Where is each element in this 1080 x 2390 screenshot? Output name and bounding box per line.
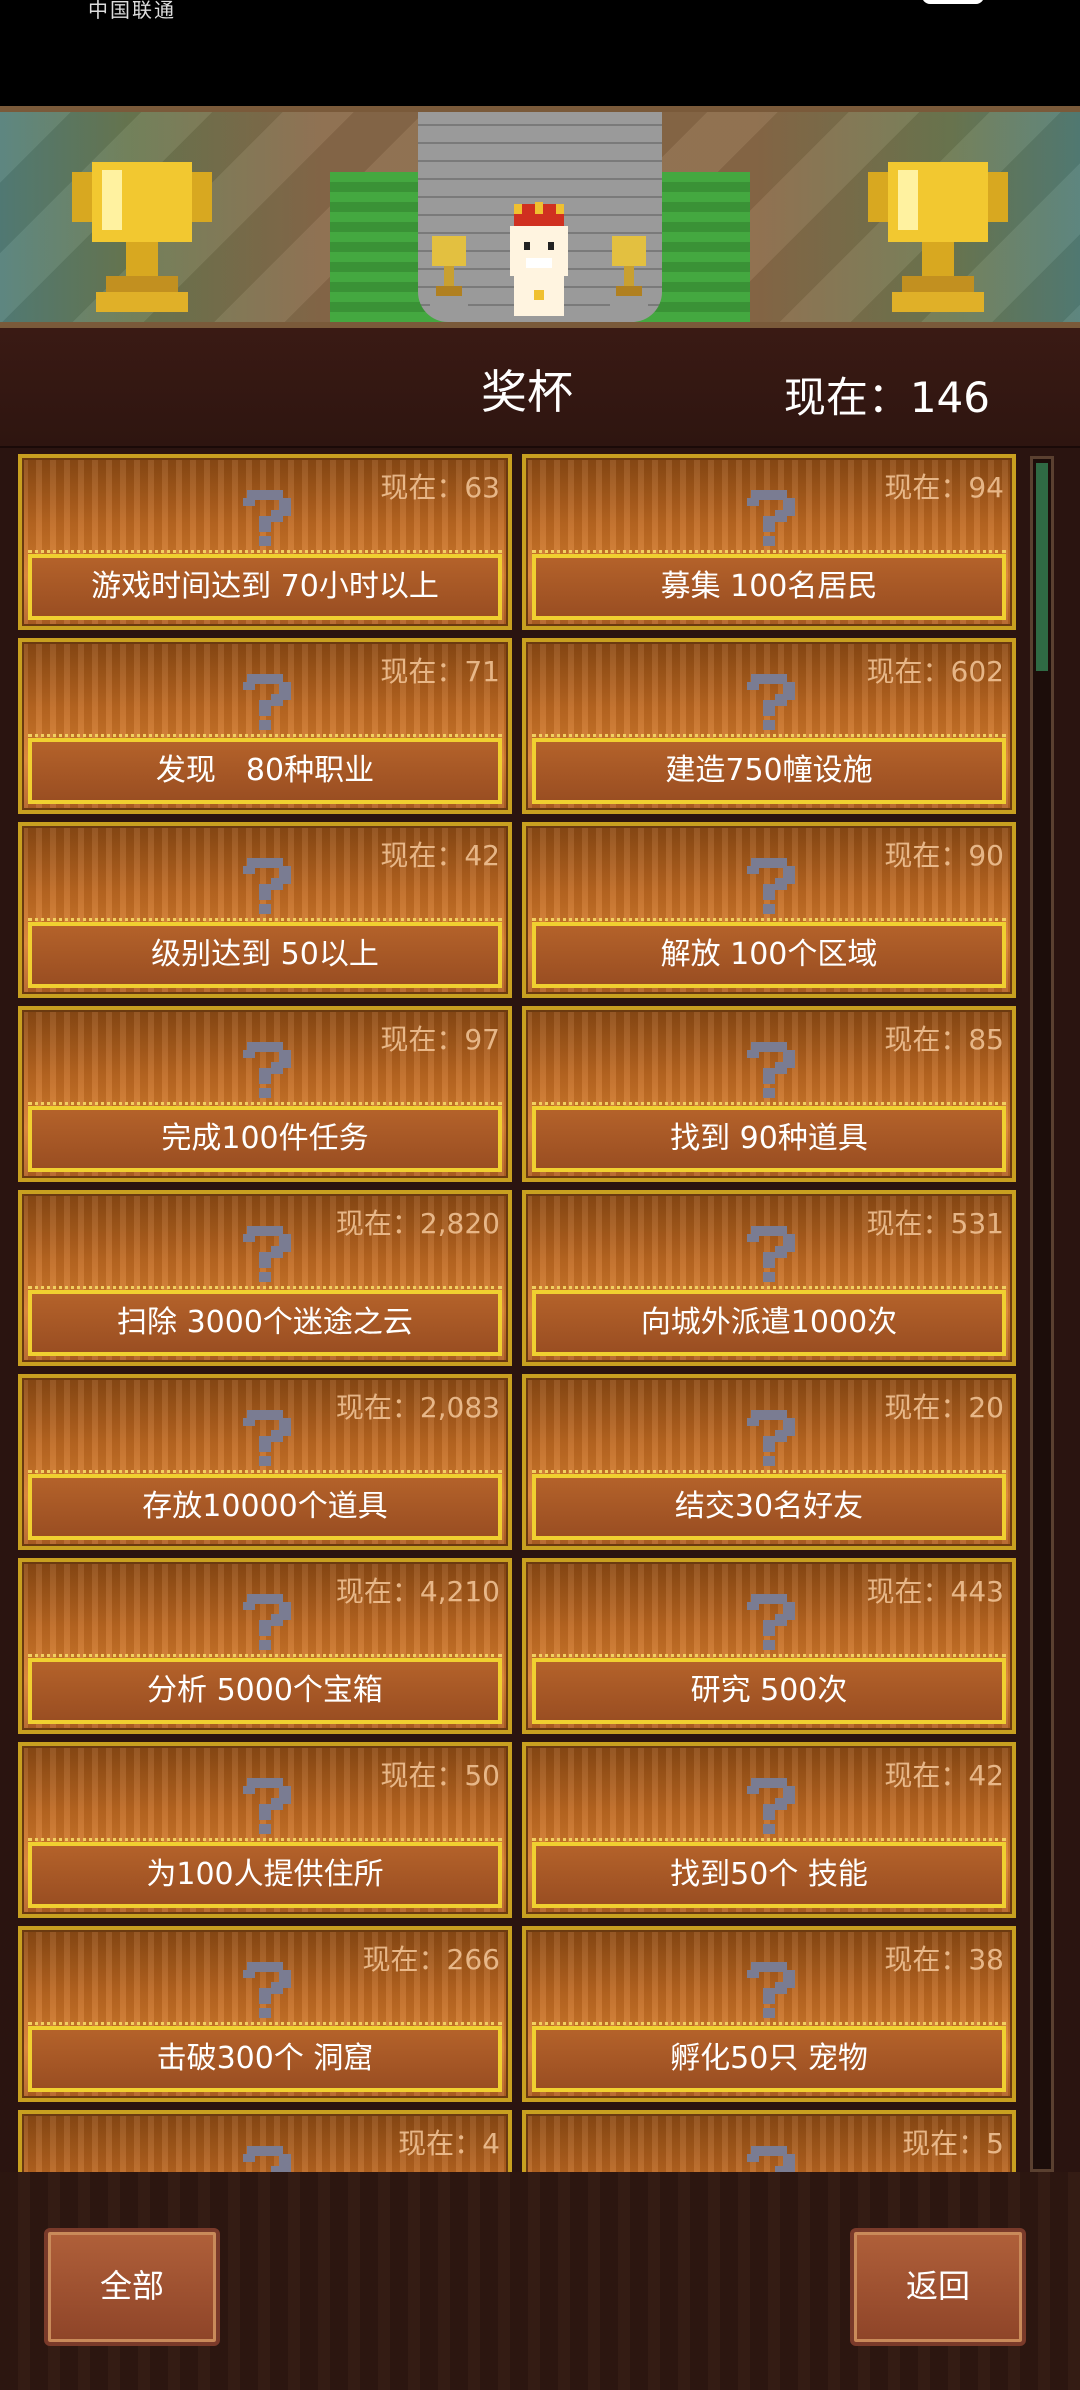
trophy-card[interactable]: 现在：71 发现 80种职业: [18, 638, 512, 814]
trophy-list[interactable]: 现在：63 游戏时间达到 70小时以上 现在：94 募集 100名居民 现在：7…: [14, 452, 1020, 2172]
trophy-card[interactable]: 现在：42 找到50个 技能: [522, 1742, 1016, 1918]
trophy-progress: 现在：42: [884, 1759, 1004, 1792]
scrollbar[interactable]: [1030, 456, 1054, 2172]
trophy-card[interactable]: 现在：50 为100人提供住所: [18, 1742, 512, 1918]
question-mark-icon: [747, 490, 795, 546]
trophy-progress: 现在：2,820: [335, 1207, 500, 1240]
trophy-card[interactable]: 现在：38 孵化50只 宠物: [522, 1926, 1016, 2102]
trophy-label: 完成100件任务: [28, 1106, 502, 1172]
question-mark-icon: [243, 1962, 291, 2018]
question-mark-icon: [747, 2146, 795, 2172]
trophy-card[interactable]: 现在：63 游戏时间达到 70小时以上: [18, 454, 512, 630]
all-button[interactable]: 全部: [44, 2228, 220, 2346]
status-pill: [922, 0, 984, 4]
trophy-label: 游戏时间达到 70小时以上: [28, 554, 502, 620]
trophy-card[interactable]: 现在：42 级别达到 50以上: [18, 822, 512, 998]
trophy-card[interactable]: 现在：97 完成100件任务: [18, 1006, 512, 1182]
trophy-label: 发现 80种职业: [28, 738, 502, 804]
trophy-progress: 现在：94: [884, 471, 1004, 504]
trophy-card[interactable]: 现在：5: [522, 2110, 1016, 2172]
trophy-card[interactable]: 现在：90 解放 100个区域: [522, 822, 1016, 998]
back-button[interactable]: 返回: [850, 2228, 1026, 2346]
trophy-progress: 现在：63: [380, 471, 500, 504]
trophy-label: 研究 500次: [532, 1658, 1006, 1724]
trophy-banner: [0, 106, 1080, 328]
trophy-label: 结交30名好友: [532, 1474, 1006, 1540]
trophy-progress: 现在：602: [866, 655, 1004, 688]
trophy-progress: 现在：42: [380, 839, 500, 872]
trophy-label: 扫除 3000个迷途之云: [28, 1290, 502, 1356]
trophy-card[interactable]: 现在：2,820 扫除 3000个迷途之云: [18, 1190, 512, 1366]
trophy-card[interactable]: 现在：602 建造750幢设施: [522, 638, 1016, 814]
trophy-label: 存放10000个道具: [28, 1474, 502, 1540]
question-mark-icon: [747, 858, 795, 914]
trophy-card[interactable]: 现在：85 找到 90种道具: [522, 1006, 1016, 1182]
trophy-card[interactable]: 现在：443 研究 500次: [522, 1558, 1016, 1734]
trophy-progress: 现在：4: [398, 2127, 500, 2160]
question-mark-icon: [243, 1226, 291, 1282]
trophy-card[interactable]: 现在：94 募集 100名居民: [522, 454, 1016, 630]
trophy-label: 分析 5000个宝箱: [28, 1658, 502, 1724]
question-mark-icon: [747, 1778, 795, 1834]
trophy-card[interactable]: 现在：266 击破300个 洞窟: [18, 1926, 512, 2102]
trophy-progress: 现在：97: [380, 1023, 500, 1056]
trophy-card[interactable]: 现在：4: [18, 2110, 512, 2172]
trophy-label: 击破300个 洞窟: [28, 2026, 502, 2092]
trophy-progress: 现在：2,083: [335, 1391, 500, 1424]
trophy-total-count: 现在：146: [783, 373, 990, 422]
trophy-progress: 现在：266: [362, 1943, 500, 1976]
small-trophy-icon: [610, 236, 648, 310]
trophy-icon: [72, 162, 212, 312]
trophy-progress: 现在：443: [866, 1575, 1004, 1608]
carrier-label: 中国联通: [88, 0, 176, 22]
status-bar: 中国联通: [0, 0, 1080, 106]
trophy-card[interactable]: 现在：2,083 存放10000个道具: [18, 1374, 512, 1550]
question-mark-icon: [243, 858, 291, 914]
trophy-label: 级别达到 50以上: [28, 922, 502, 988]
question-mark-icon: [747, 1042, 795, 1098]
scrollbar-thumb[interactable]: [1036, 463, 1048, 671]
trophy-progress: 现在：4,210: [335, 1575, 500, 1608]
question-mark-icon: [747, 1410, 795, 1466]
trophy-card[interactable]: 现在：20 结交30名好友: [522, 1374, 1016, 1550]
question-mark-icon: [243, 490, 291, 546]
footer-bar: 全部 返回: [0, 2172, 1080, 2390]
question-mark-icon: [243, 1778, 291, 1834]
trophy-label: 募集 100名居民: [532, 554, 1006, 620]
trophy-card[interactable]: 现在：531 向城外派遣1000次: [522, 1190, 1016, 1366]
question-mark-icon: [243, 1042, 291, 1098]
trophy-label: 找到50个 技能: [532, 1842, 1006, 1908]
question-mark-icon: [243, 2146, 291, 2172]
trophy-progress: 现在：50: [380, 1759, 500, 1792]
trophy-label: 孵化50只 宠物: [532, 2026, 1006, 2092]
trophy-label: 向城外派遣1000次: [532, 1290, 1006, 1356]
trophy-progress: 现在：38: [884, 1943, 1004, 1976]
question-mark-icon: [747, 1594, 795, 1650]
trophy-icon: [868, 162, 1008, 312]
king-character: [510, 202, 568, 316]
trophy-label: 找到 90种道具: [532, 1106, 1006, 1172]
question-mark-icon: [747, 1962, 795, 2018]
question-mark-icon: [747, 674, 795, 730]
question-mark-icon: [747, 1226, 795, 1282]
trophy-label: 为100人提供住所: [28, 1842, 502, 1908]
small-trophy-icon: [430, 236, 468, 310]
question-mark-icon: [243, 1594, 291, 1650]
trophy-progress: 现在：90: [884, 839, 1004, 872]
question-mark-icon: [243, 674, 291, 730]
trophy-label: 建造750幢设施: [532, 738, 1006, 804]
trophy-progress: 现在：531: [866, 1207, 1004, 1240]
trophy-card[interactable]: 现在：4,210 分析 5000个宝箱: [18, 1558, 512, 1734]
trophy-progress: 现在：5: [902, 2127, 1004, 2160]
trophy-progress: 现在：85: [884, 1023, 1004, 1056]
question-mark-icon: [243, 1410, 291, 1466]
trophy-progress: 现在：20: [884, 1391, 1004, 1424]
trophy-label: 解放 100个区域: [532, 922, 1006, 988]
trophy-progress: 现在：71: [380, 655, 500, 688]
trophy-header: 奖杯 现在：146: [0, 328, 1080, 448]
